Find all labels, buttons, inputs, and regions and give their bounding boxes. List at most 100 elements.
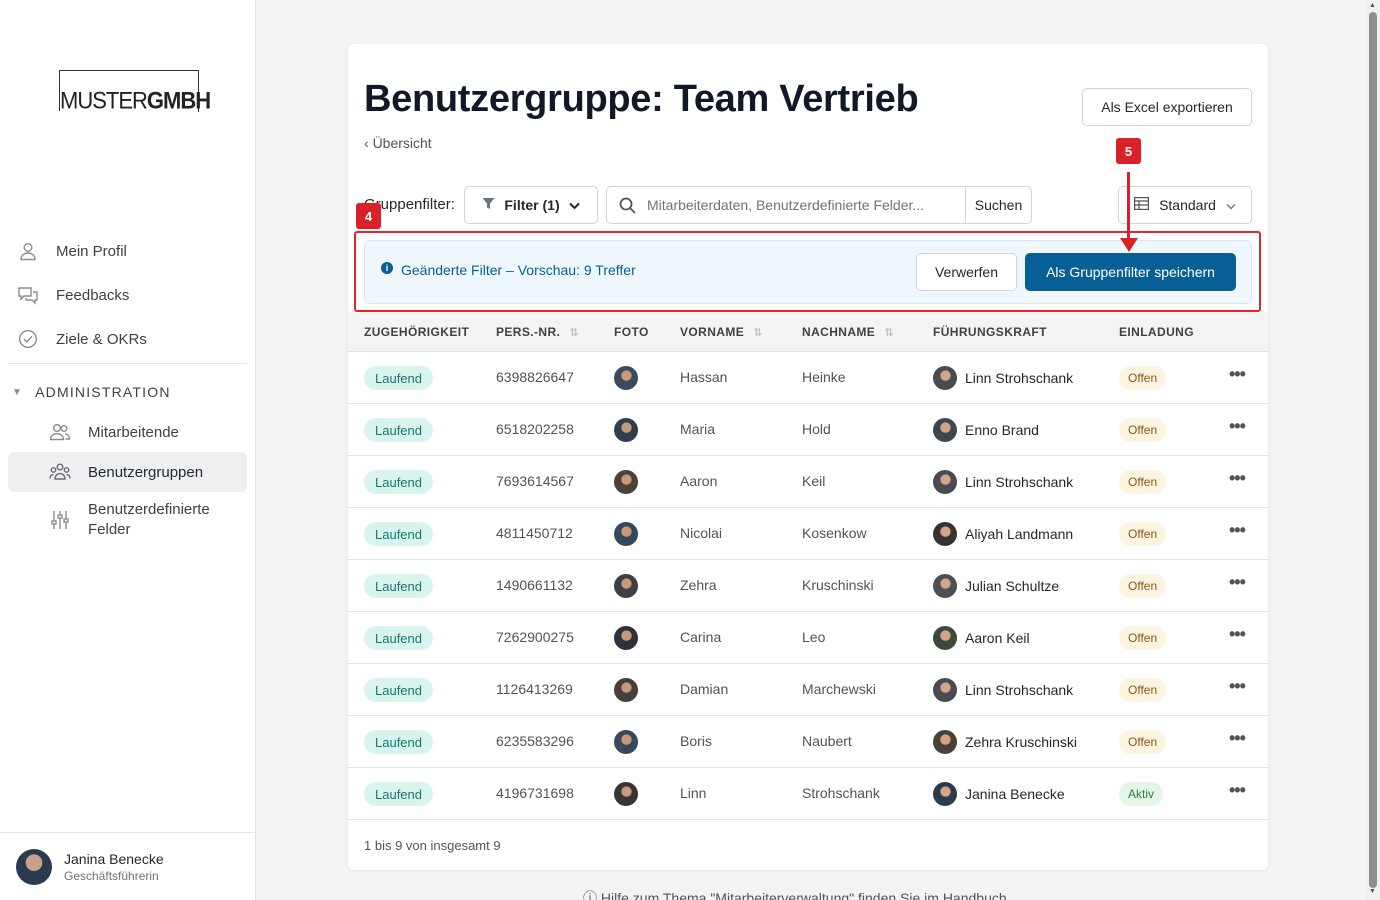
manager-cell[interactable]: Janina Benecke <box>933 782 1065 806</box>
search-icon <box>607 197 647 214</box>
scroll-down-icon[interactable]: ▼ <box>1369 888 1376 895</box>
check-circle-icon <box>16 327 40 351</box>
more-options-icon[interactable]: ••• <box>1229 364 1246 385</box>
scrollbar[interactable]: ▲ ▼ <box>1366 0 1380 900</box>
more-options-icon[interactable]: ••• <box>1229 676 1246 697</box>
first-name-cell: Maria <box>680 421 716 437</box>
more-options-icon[interactable]: ••• <box>1229 416 1246 437</box>
first-name-cell: Hassan <box>680 369 728 385</box>
membership-badge: Laufend <box>364 626 433 650</box>
avatar <box>933 366 957 390</box>
help-text[interactable]: ⓘ Hilfe zum Thema "Mitarbeiterverwaltung… <box>583 888 1007 900</box>
manager-cell[interactable]: Zehra Kruschinski <box>933 730 1077 754</box>
column-header-last-name[interactable]: NACHNAME ⇅ <box>802 325 894 339</box>
more-options-icon[interactable]: ••• <box>1229 728 1246 749</box>
manager-name: Linn Strohschank <box>965 370 1074 386</box>
sidebar-item-custom-fields[interactable]: Benutzerdefinierte Felder <box>8 498 247 542</box>
search-button[interactable]: Suchen <box>965 187 1031 223</box>
arrow-head <box>1120 238 1138 252</box>
view-select[interactable]: Standard <box>1118 186 1252 224</box>
membership-badge: Laufend <box>364 574 433 598</box>
manager-cell[interactable]: Enno Brand <box>933 418 1039 442</box>
table-row[interactable]: Laufend 7262900275 Carina Leo Aaron Keil Offe… <box>348 612 1268 664</box>
scroll-up-icon[interactable]: ▲ <box>1369 2 1376 9</box>
back-link[interactable]: ‹ Übersicht <box>364 135 432 151</box>
current-user[interactable]: Janina Benecke Geschäftsführerin <box>0 832 255 900</box>
user-role: Geschäftsführerin <box>64 869 159 883</box>
chat-bubbles-icon <box>16 283 40 307</box>
avatar <box>933 574 957 598</box>
user-group-icon <box>48 460 72 484</box>
first-name-cell: Carina <box>680 629 722 645</box>
manager-cell[interactable]: Julian Schultze <box>933 574 1059 598</box>
first-name-cell: Boris <box>680 733 712 749</box>
manager-name: Linn Strohschank <box>965 682 1074 698</box>
pers-nr-cell: 7693614567 <box>496 473 574 489</box>
filter-button[interactable]: Filter (1) <box>464 186 598 224</box>
avatar <box>933 626 957 650</box>
last-name-cell: Kruschinski <box>802 577 874 593</box>
table-row[interactable]: Laufend 6398826647 Hassan Heinke Linn Strohs… <box>348 352 1268 404</box>
sidebar-item-label: Mein Profil <box>56 242 127 260</box>
table-row[interactable]: Laufend 6518202258 Maria Hold Enno Brand Offe… <box>348 404 1268 456</box>
chevron-down-icon <box>568 197 580 213</box>
manager-cell[interactable]: Linn Strohschank <box>933 678 1073 702</box>
table-row[interactable]: Laufend 1126413269 Damian Marchewski Linn St… <box>348 664 1268 716</box>
sidebar-divider <box>8 363 247 364</box>
manager-name: Julian Schultze <box>965 578 1060 594</box>
last-name-cell: Heinke <box>802 369 846 385</box>
export-excel-button[interactable]: Als Excel exportieren <box>1082 88 1252 126</box>
sidebar-item-label: Benutzerdefinierte Felder <box>88 501 210 538</box>
user-icon <box>16 239 40 263</box>
sidebar-item-my-profile[interactable]: Mein Profil <box>8 231 247 271</box>
chevron-left-icon: ‹ <box>364 135 373 151</box>
invitation-status-badge: Offen <box>1119 470 1167 494</box>
more-options-icon[interactable]: ••• <box>1229 468 1246 489</box>
table-row[interactable]: Laufend 4811450712 Nicolai Kosenkow Aliyah L… <box>348 508 1268 560</box>
manager-cell[interactable]: Aliyah Landmann <box>933 522 1073 546</box>
last-name-cell: Marchewski <box>802 681 876 697</box>
manager-cell[interactable]: Aaron Keil <box>933 626 1030 650</box>
sort-icon[interactable]: ⇅ <box>753 326 763 339</box>
back-link-label: Übersicht <box>372 135 432 151</box>
more-options-icon[interactable]: ••• <box>1229 572 1246 593</box>
search-input[interactable]: Mitarbeiterdaten, Benutzerdefinierte Fel… <box>647 197 965 213</box>
table-row[interactable]: Laufend 7693614567 Aaron Keil Linn Strohscha… <box>348 456 1268 508</box>
membership-badge: Laufend <box>364 366 433 390</box>
column-label: EINLADUNG <box>1119 325 1194 339</box>
sidebar-section-administration[interactable]: ▼ ADMINISTRATION <box>12 384 171 400</box>
manager-cell[interactable]: Linn Strohschank <box>933 470 1073 494</box>
sidebar-item-goals[interactable]: Ziele & OKRs <box>8 319 247 359</box>
scroll-thumb[interactable] <box>1369 12 1377 888</box>
membership-badge: Laufend <box>364 470 433 494</box>
manager-name: Zehra Kruschinski <box>965 734 1078 750</box>
column-header-manager: FÜHRUNGSKRAFT <box>933 325 1047 339</box>
column-header-first-name[interactable]: VORNAME ⇅ <box>680 325 763 339</box>
pers-nr-cell: 1490661132 <box>496 577 573 593</box>
manager-cell[interactable]: Linn Strohschank <box>933 366 1073 390</box>
sort-icon[interactable]: ⇅ <box>884 326 894 339</box>
sidebar-item-employees[interactable]: Mitarbeitende <box>8 412 247 452</box>
last-name-cell: Kosenkow <box>802 525 867 541</box>
table-row[interactable]: Laufend 6235583296 Boris Naubert Zehra Krusc… <box>348 716 1268 768</box>
pers-nr-cell: 6518202258 <box>496 421 574 437</box>
sidebar-item-user-groups[interactable]: Benutzergruppen <box>8 452 247 492</box>
column-header-pers-nr[interactable]: PERS.-NR. ⇅ <box>496 325 579 339</box>
table-row[interactable]: Laufend 4196731698 Linn Strohschank Janina B… <box>348 768 1268 820</box>
more-options-icon[interactable]: ••• <box>1229 780 1246 801</box>
filter-button-label: Filter (1) <box>504 197 560 213</box>
sort-icon[interactable]: ⇅ <box>569 326 579 339</box>
company-logo[interactable]: MUSTERGMBH <box>59 70 211 114</box>
avatar <box>614 366 638 390</box>
more-options-icon[interactable]: ••• <box>1229 520 1246 541</box>
sidebar-item-feedbacks[interactable]: Feedbacks <box>8 275 247 315</box>
invitation-status-badge: Offen <box>1119 574 1167 598</box>
manager-name: Enno Brand <box>965 422 1039 438</box>
invitation-status-badge: Offen <box>1119 678 1167 702</box>
table-row[interactable]: Laufend 1490661132 Zehra Kruschinski Julian … <box>348 560 1268 612</box>
more-options-icon[interactable]: ••• <box>1229 624 1246 645</box>
page-title: Benutzergruppe: Team Vertrieb <box>364 78 919 120</box>
avatar <box>933 782 957 806</box>
chevron-down-icon <box>1226 197 1236 213</box>
column-label: FOTO <box>614 325 649 339</box>
